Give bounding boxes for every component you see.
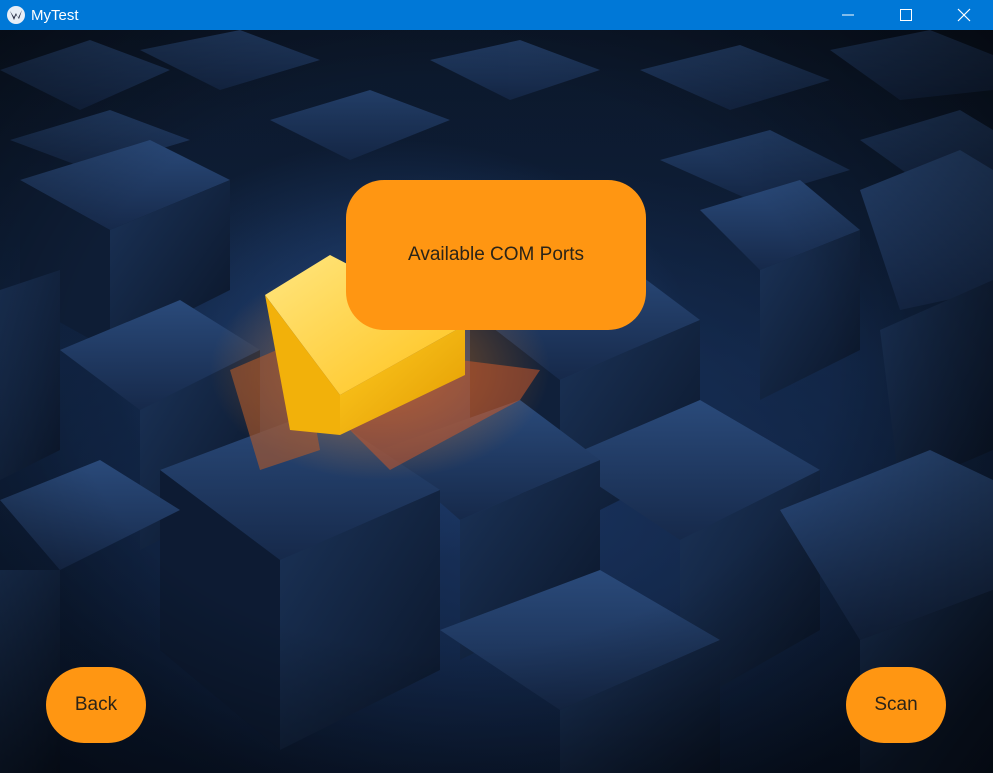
close-icon <box>957 8 971 22</box>
window-controls <box>819 0 993 30</box>
maximize-button[interactable] <box>877 0 935 30</box>
background-cubes-image <box>0 30 993 773</box>
kivy-logo-icon <box>7 6 25 24</box>
app-window: MyTest Available COM Ports Back Scan <box>0 0 993 773</box>
minimize-button[interactable] <box>819 0 877 30</box>
minimize-icon <box>842 14 854 16</box>
available-com-ports-label: Available COM Ports <box>346 180 646 330</box>
app-content: Available COM Ports Back Scan <box>0 30 993 773</box>
title-bar[interactable]: MyTest <box>0 0 993 30</box>
maximize-icon <box>900 9 912 21</box>
back-button[interactable]: Back <box>46 667 146 743</box>
window-title: MyTest <box>31 6 79 24</box>
close-button[interactable] <box>935 0 993 30</box>
scan-button[interactable]: Scan <box>846 667 946 743</box>
